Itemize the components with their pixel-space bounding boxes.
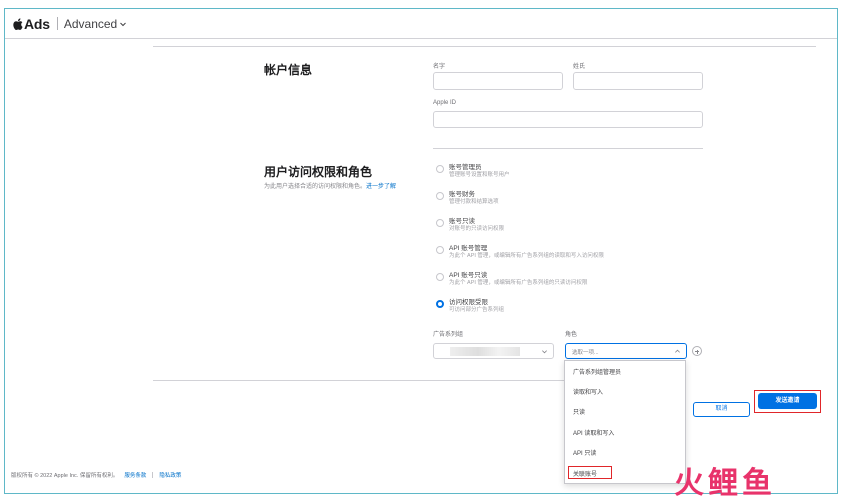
access-description: 为此用户选择合适的访问权限和角色。进一步了解 — [264, 183, 414, 191]
radio-icon[interactable] — [436, 273, 444, 281]
access-description-text: 为此用户选择合适的访问权限和角色。 — [264, 184, 367, 190]
chevron-down-icon — [542, 350, 547, 354]
learn-more-link[interactable]: 进一步了解 — [366, 184, 396, 190]
role-menu-item[interactable]: 广告系列组管理员 — [573, 367, 621, 376]
role-title: API 账号管理 — [449, 245, 488, 252]
role-menu-item[interactable]: API 读取和写入 — [573, 428, 614, 437]
last-name-input[interactable] — [573, 72, 703, 90]
access-title: 用户访问权限和角色 — [264, 165, 373, 179]
role-title: 访问权限受限 — [449, 299, 488, 306]
mode-label: Advanced — [63, 16, 118, 31]
send-invite-button[interactable]: 发送邀请 — [758, 393, 817, 409]
privacy-link[interactable]: 隐私政策 — [159, 471, 181, 479]
role-sub: 管理账号设置和账号用户 — [449, 172, 510, 178]
role-option-readonly[interactable]: 账号只读 对账号的只读访问权限 — [436, 218, 504, 233]
watermark-char: 鱼 — [742, 466, 772, 501]
role-label: 角色 — [565, 332, 578, 338]
radio-icon[interactable] — [436, 192, 444, 200]
footer: 版权所有 © 2022 Apple Inc. 保留所有权利。 服务条款 隐私政策 — [11, 471, 181, 479]
redacted-value — [450, 347, 520, 356]
role-sub: 为此个 API 管理，或编辑所有广告系列组的只读访问权限 — [449, 280, 588, 286]
role-menu-item[interactable]: API 只读 — [573, 448, 596, 457]
last-name-label: 姓氏 — [573, 64, 586, 70]
watermark-char: 火 — [674, 466, 704, 501]
campaign-group-label: 广告系列组 — [433, 332, 464, 338]
chevron-up-icon — [675, 349, 680, 353]
section-divider — [433, 148, 703, 149]
first-name-input[interactable] — [433, 72, 563, 90]
footer-separator — [152, 472, 154, 478]
chevron-down-icon — [120, 22, 127, 26]
radio-icon[interactable] — [436, 165, 444, 173]
account-info-title: 帐户信息 — [264, 63, 313, 77]
role-dropdown-menu: 广告系列组管理员 读取和写入 只读 API 读取和写入 API 只读 关联账号 — [564, 360, 686, 484]
watermark-char: 鲤 — [708, 466, 738, 501]
role-option-admin[interactable]: 账号管理员 管理账号设置和账号用户 — [436, 164, 510, 179]
role-sub: 为此个 API 管理，或编辑所有广告系列组的读取和写入访问权限 — [449, 253, 604, 259]
campaign-group-select[interactable] — [433, 343, 554, 359]
top-bar: Ads Advanced — [5, 9, 837, 39]
apple-id-input[interactable] — [433, 111, 703, 128]
brand-name: Ads — [24, 15, 50, 32]
bottom-divider — [153, 380, 568, 381]
role-option-finance[interactable]: 账号财务 管理付款和结算选项 — [436, 191, 499, 206]
role-menu-item[interactable]: 只读 — [573, 407, 585, 416]
apple-id-label: Apple ID — [433, 100, 457, 106]
apple-icon — [13, 17, 23, 30]
role-sub: 管理付款和结算选项 — [449, 199, 499, 205]
terms-link[interactable]: 服务条款 — [124, 471, 146, 479]
copyright-text: 版权所有 © 2022 Apple Inc. 保留所有权利。 — [11, 473, 119, 479]
role-select-placeholder: 选取一项... — [572, 350, 599, 356]
role-sub: 可访问部分广告系列组 — [449, 307, 505, 313]
app-frame: Ads Advanced 帐户信息 名字 姓氏 Apple ID 用户访问权限和… — [4, 8, 838, 494]
role-title: 账号管理员 — [449, 164, 482, 171]
radio-icon[interactable] — [436, 246, 444, 254]
role-option-api-manage[interactable]: API 账号管理 为此个 API 管理，或编辑所有广告系列组的读取和写入访问权限 — [436, 245, 604, 260]
add-circle-icon[interactable] — [692, 346, 702, 356]
mode-switcher[interactable]: Advanced — [64, 17, 127, 31]
role-option-api-readonly[interactable]: API 账号只读 为此个 API 管理，或编辑所有广告系列组的只读访问权限 — [436, 272, 587, 287]
role-title: 账号只读 — [449, 218, 475, 225]
role-sub: 对账号的只读访问权限 — [449, 226, 505, 232]
brand-logo[interactable]: Ads — [13, 16, 50, 32]
cancel-button[interactable]: 取消 — [693, 402, 750, 417]
role-option-limited[interactable]: 访问权限受限 可访问部分广告系列组 — [436, 299, 504, 314]
top-divider — [153, 46, 816, 47]
brand-separator — [56, 17, 58, 30]
role-menu-item[interactable]: 读取和写入 — [573, 387, 603, 396]
role-select[interactable]: 选取一项... — [565, 343, 687, 359]
radio-icon[interactable] — [436, 219, 444, 227]
linked-account-highlight — [568, 466, 612, 479]
radio-selected-icon[interactable] — [436, 300, 444, 308]
watermark-logo: 火 鲤 鱼 — [674, 458, 772, 502]
role-title: API 账号只读 — [449, 272, 488, 279]
first-name-label: 名字 — [433, 64, 446, 70]
role-title: 账号财务 — [449, 191, 475, 198]
